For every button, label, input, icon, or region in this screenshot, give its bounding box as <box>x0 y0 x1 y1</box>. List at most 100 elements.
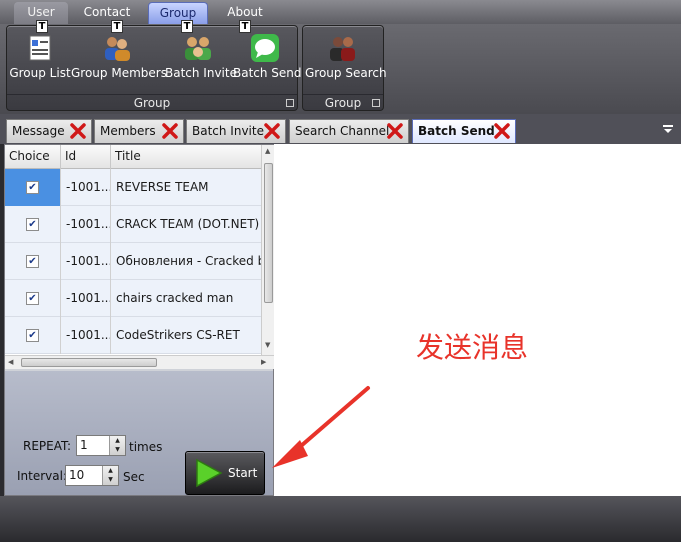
row-checkbox[interactable]: ✔ <box>26 181 39 194</box>
tab-label: Batch Send <box>418 124 495 138</box>
close-icon[interactable] <box>493 122 511 140</box>
close-icon[interactable] <box>161 122 179 140</box>
title-cell: CodeStrikers CS-RET <box>116 328 240 342</box>
keytip: T <box>36 20 48 33</box>
invite-icon <box>185 37 211 60</box>
batch-invite-label: Batch Invite <box>165 66 237 80</box>
scroll-thumb[interactable] <box>264 163 273 303</box>
ribbon-group-footer: Group <box>7 94 297 110</box>
scroll-left-icon[interactable]: ◀ <box>8 358 13 366</box>
ribbon-group-title: Group <box>133 96 171 110</box>
title-cell: Обновления - Cracked by <box>116 254 261 268</box>
id-cell: -1001... <box>61 243 111 280</box>
ribbon: T Group List T Group Members T Batch Inv… <box>0 20 681 114</box>
keytip: T <box>111 20 123 33</box>
row-checkbox[interactable]: ✔ <box>26 255 39 268</box>
interval-stepper[interactable]: 10 ▲ ▼ <box>65 465 119 486</box>
dialog-launcher-icon[interactable] <box>372 99 380 107</box>
close-icon[interactable] <box>263 122 281 140</box>
table-row[interactable]: ✔ -1001... Обновления - Cracked by <box>5 243 261 280</box>
column-header-choice[interactable]: Choice <box>5 145 61 169</box>
table-row[interactable]: ✔ -1001... CRACK TEAM (DOT.NET) <box>5 206 261 243</box>
column-header-id[interactable]: Id <box>61 145 111 169</box>
tab-label: Message <box>12 124 65 138</box>
list-icon <box>29 35 51 61</box>
ribbon-group-batch: T Group List T Group Members T Batch Inv… <box>6 20 302 111</box>
spin-arrows-icon[interactable]: ▲ ▼ <box>109 436 125 455</box>
group-search-button[interactable]: Group Search <box>305 28 387 82</box>
annotation-text: 发送消息 <box>416 331 529 364</box>
interval-label: Interval: <box>17 469 67 483</box>
id-cell: -1001... <box>61 169 111 206</box>
menu-bar: User Contact Group About <box>0 0 681 24</box>
start-label: Start <box>228 466 258 480</box>
group-search-label: Group Search <box>305 66 387 80</box>
chat-bubble-icon <box>251 34 279 62</box>
keytip: T <box>181 20 193 33</box>
id-cell: -1001... <box>61 206 111 243</box>
choice-cell: ✔ <box>5 317 61 354</box>
keytip: T <box>239 20 251 33</box>
choice-cell: ✔ <box>5 243 61 280</box>
tab-members[interactable]: Members <box>94 119 184 143</box>
table-row[interactable]: ✔ -1001... REVERSE TEAM <box>5 169 261 206</box>
column-header-title[interactable]: Title <box>111 145 261 169</box>
table-row[interactable]: ✔ -1001... CodeStrikers CS-RET <box>5 317 261 354</box>
tab-batch-send[interactable]: Batch Send <box>412 119 516 143</box>
row-checkbox[interactable]: ✔ <box>26 218 39 231</box>
tab-batch-invite[interactable]: Batch Invite <box>186 119 286 143</box>
interval-unit: Sec <box>123 470 145 484</box>
menu-tab-group[interactable]: Group <box>148 2 208 24</box>
ribbon-group-footer: Group <box>303 94 383 110</box>
tab-label: Members <box>100 124 156 138</box>
close-icon[interactable] <box>69 122 87 140</box>
document-tab-strip: Message Members Batch Invite Search Chan… <box>0 114 681 144</box>
send-options: REPEAT: 1 ▲ ▼ times Interval: 10 ▲ ▼ Sec S… <box>5 371 273 495</box>
table-row[interactable]: ✔ -1001... chairs cracked man <box>5 280 261 317</box>
group-members-label: Group Members <box>71 66 167 80</box>
choice-cell: ✔ <box>5 169 61 206</box>
scroll-down-icon[interactable]: ▼ <box>265 341 270 349</box>
tab-search-channel[interactable]: Search Channel <box>289 119 409 143</box>
message-area[interactable]: 发送消息 <box>274 144 681 496</box>
tab-list-dropdown-icon[interactable] <box>663 124 673 134</box>
search-people-icon <box>330 37 355 61</box>
tab-message[interactable]: Message <box>6 119 92 143</box>
tab-label: Search Channel <box>295 124 390 138</box>
id-cell: -1001... <box>61 280 111 317</box>
status-bar <box>0 496 681 542</box>
scroll-up-icon[interactable]: ▲ <box>265 147 270 155</box>
start-button[interactable]: Start <box>185 451 265 495</box>
close-icon[interactable] <box>386 122 404 140</box>
vertical-scrollbar[interactable]: ▲ ▼ <box>261 145 275 355</box>
choice-cell: ✔ <box>5 206 61 243</box>
group-members-button[interactable]: T Group Members <box>71 20 167 82</box>
group-list-button[interactable]: T Group List <box>9 20 71 82</box>
scroll-thumb[interactable] <box>21 358 157 367</box>
row-checkbox[interactable]: ✔ <box>26 292 39 305</box>
repeat-label: REPEAT: <box>23 439 72 453</box>
group-list-label: Group List <box>9 66 71 80</box>
id-cell: -1001... <box>61 317 111 354</box>
horizontal-scrollbar[interactable]: ◀ ▶ <box>5 355 275 369</box>
batch-invite-button[interactable]: T Batch Invite <box>165 20 237 82</box>
repeat-unit: times <box>129 440 163 454</box>
menu-tab-contact[interactable]: Contact <box>78 2 136 24</box>
grid-header: Choice Id Title <box>5 145 261 169</box>
dialog-launcher-icon[interactable] <box>286 99 294 107</box>
scroll-right-icon[interactable]: ▶ <box>261 358 266 366</box>
title-cell: chairs cracked man <box>116 291 234 305</box>
row-checkbox[interactable]: ✔ <box>26 329 39 342</box>
play-icon <box>196 458 223 488</box>
members-icon <box>105 37 130 61</box>
spin-arrows-icon[interactable]: ▲ ▼ <box>102 466 118 485</box>
batch-send-button[interactable]: T Batch Send <box>233 20 302 82</box>
title-cell: REVERSE TEAM <box>116 180 209 194</box>
choice-cell: ✔ <box>5 280 61 317</box>
tab-label: Batch Invite <box>192 124 264 138</box>
repeat-value: 1 <box>80 438 88 452</box>
batch-send-label: Batch Send <box>233 66 302 80</box>
ribbon-group-search: Group Search Group <box>302 25 387 111</box>
interval-value: 10 <box>69 468 85 482</box>
repeat-stepper[interactable]: 1 ▲ ▼ <box>76 435 126 456</box>
